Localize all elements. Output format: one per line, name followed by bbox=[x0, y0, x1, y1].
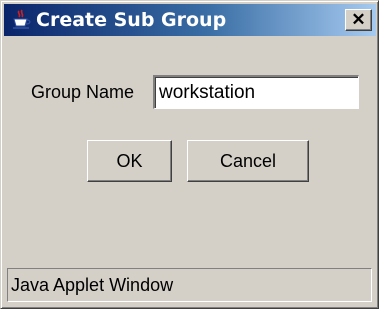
close-icon: ✕ bbox=[351, 10, 366, 29]
dialog-window: Create Sub Group ✕ Group Name OK Cancel … bbox=[0, 0, 379, 309]
close-button[interactable]: ✕ bbox=[345, 9, 372, 31]
status-bar-text: Java Applet Window bbox=[11, 275, 174, 295]
java-cup-icon bbox=[13, 9, 31, 29]
group-name-input[interactable] bbox=[153, 75, 359, 109]
title-bar[interactable]: Create Sub Group ✕ bbox=[4, 4, 376, 36]
window-title: Create Sub Group bbox=[36, 9, 227, 31]
ok-button[interactable]: OK bbox=[87, 140, 172, 182]
group-name-label: Group Name bbox=[31, 82, 135, 102]
cancel-button[interactable]: Cancel bbox=[187, 140, 309, 182]
status-bar: Java Applet Window bbox=[7, 268, 372, 302]
